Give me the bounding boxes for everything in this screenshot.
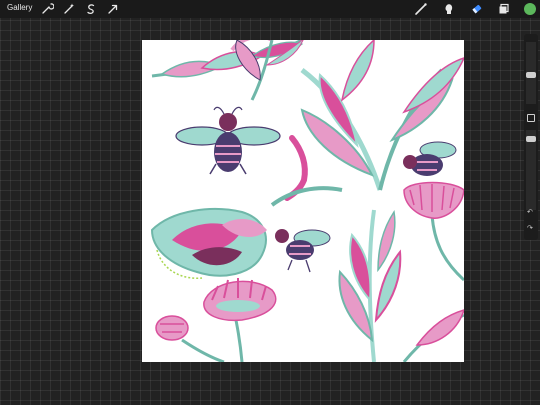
leaf-sprig-top bbox=[235, 40, 304, 101]
fern-bottom-right bbox=[338, 209, 464, 362]
bee-center bbox=[275, 229, 331, 273]
brush-size-thumb[interactable] bbox=[526, 72, 536, 78]
bee-top-left bbox=[175, 106, 281, 175]
magic-wand-icon[interactable] bbox=[62, 2, 76, 16]
smudge-icon[interactable] bbox=[442, 2, 456, 16]
bee-right bbox=[403, 141, 457, 176]
opacity-thumb[interactable] bbox=[526, 136, 536, 142]
modify-button[interactable] bbox=[527, 114, 535, 122]
gallery-button[interactable]: Gallery bbox=[7, 3, 32, 12]
drawing-canvas[interactable] bbox=[142, 40, 464, 362]
layers-icon[interactable] bbox=[497, 2, 511, 16]
undo-icon[interactable]: ↶ bbox=[527, 208, 533, 216]
flower-bud-bottom-left bbox=[155, 315, 225, 362]
brush-sidebar: ↶ ↷ bbox=[524, 34, 538, 240]
top-toolbar: Gallery bbox=[0, 0, 540, 18]
color-picker-button[interactable] bbox=[524, 3, 536, 15]
pink-daisy-bottom bbox=[203, 278, 277, 362]
transform-arrow-icon[interactable] bbox=[106, 2, 120, 16]
eraser-icon[interactable] bbox=[470, 2, 484, 16]
brush-icon[interactable] bbox=[414, 2, 428, 16]
redo-icon[interactable]: ↷ bbox=[527, 224, 533, 232]
wrench-icon[interactable] bbox=[40, 2, 55, 16]
brush-size-slider[interactable] bbox=[526, 42, 536, 104]
thistle-right bbox=[403, 181, 464, 282]
opacity-slider[interactable] bbox=[526, 130, 536, 210]
botanical-artwork bbox=[150, 40, 464, 362]
selection-icon[interactable] bbox=[84, 2, 98, 16]
